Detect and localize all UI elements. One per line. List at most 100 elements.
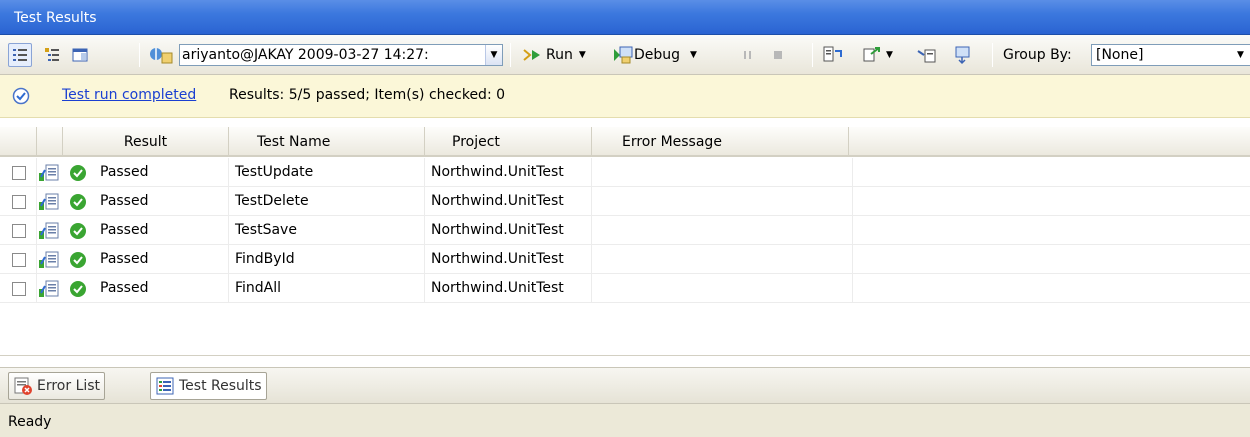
test-name-cell: TestSave <box>229 216 425 245</box>
debug-icon <box>614 46 633 64</box>
tab-error-list[interactable]: Error List <box>8 372 106 400</box>
row-check-cell <box>0 158 37 187</box>
row-check-cell <box>0 245 37 274</box>
table-row[interactable]: Passed FindAll Northwind.UnitTest <box>0 274 1250 303</box>
column-header-error-message[interactable]: Error Message <box>592 127 849 157</box>
window-title-bar: Test Results <box>0 0 1250 35</box>
info-bar: Test run completed Results: 5/5 passed; … <box>0 75 1250 118</box>
result-cell: Passed <box>37 245 229 274</box>
group-by-select[interactable]: [None] ▼ <box>1091 44 1250 66</box>
project-cell: Northwind.UnitTest <box>425 274 592 303</box>
column-header-result[interactable]: Result <box>63 127 229 157</box>
run-icon <box>523 49 540 61</box>
list-view-button[interactable] <box>8 43 32 67</box>
empty-cell <box>853 158 1250 187</box>
test-results-icon <box>156 377 174 395</box>
row-checkbox[interactable] <box>12 166 26 180</box>
project-cell: Northwind.UnitTest <box>425 187 592 216</box>
results-grid: Result Test Name Project Error Message P… <box>0 127 1250 355</box>
export-icon <box>863 47 880 62</box>
project-cell: Northwind.UnitTest <box>425 158 592 187</box>
window-icon <box>72 48 88 62</box>
pause-icon <box>744 51 751 59</box>
error-message-cell <box>592 158 853 187</box>
empty-cell <box>853 187 1250 216</box>
tab-error-list-label: Error List <box>37 378 101 394</box>
project-cell: Northwind.UnitTest <box>425 216 592 245</box>
toolbar: ariyanto@JAKAY 2009-03-27 14:27: ▼ Run ▼… <box>0 35 1250 75</box>
status-text: Ready <box>8 414 52 430</box>
results-summary: Results: 5/5 passed; Item(s) checked: 0 <box>229 87 506 103</box>
row-check-cell <box>0 216 37 245</box>
checkbox-column-header[interactable] <box>0 127 37 157</box>
row-checkbox[interactable] <box>12 224 26 238</box>
publish-icon <box>917 49 936 63</box>
debug-button[interactable]: Debug ▼ <box>612 43 697 67</box>
column-header-project[interactable]: Project <box>425 127 592 157</box>
separator <box>139 43 140 67</box>
result-cell: Passed <box>37 187 229 216</box>
group-by-label-wrap: Group By: <box>1003 43 1072 67</box>
test-name-cell: TestUpdate <box>229 158 425 187</box>
publish-button[interactable] <box>916 43 938 67</box>
row-check-cell <box>0 187 37 216</box>
pin-button[interactable] <box>953 43 973 67</box>
row-checkbox[interactable] <box>12 195 26 209</box>
empty-cell <box>853 245 1250 274</box>
separator <box>992 43 993 67</box>
chevron-down-icon[interactable]: ▼ <box>886 50 893 60</box>
icon-column-header[interactable] <box>37 127 63 157</box>
run-label: Run <box>546 47 573 63</box>
grid-header: Result Test Name Project Error Message <box>0 127 1250 157</box>
chevron-down-icon[interactable]: ▼ <box>485 45 502 65</box>
group-by-value: [None] <box>1096 47 1144 63</box>
error-list-icon <box>14 377 32 395</box>
stop-icon <box>774 51 782 59</box>
import-button[interactable] <box>822 43 844 67</box>
error-message-cell <box>592 187 853 216</box>
export-button[interactable]: ▼ <box>862 43 893 67</box>
status-bar: Ready <box>0 403 1250 437</box>
group-by-label: Group By: <box>1003 47 1072 63</box>
result-cell: Passed <box>37 216 229 245</box>
table-row[interactable]: Passed TestSave Northwind.UnitTest <box>0 216 1250 245</box>
table-row[interactable]: Passed TestUpdate Northwind.UnitTest <box>0 158 1250 187</box>
test-name-cell: FindAll <box>229 274 425 303</box>
test-run-combo-value: ariyanto@JAKAY 2009-03-27 14:27: <box>182 47 429 63</box>
run-selector-group <box>148 43 174 67</box>
tool-window-tabs: Error List Test Results <box>0 367 1250 403</box>
test-name-cell: TestDelete <box>229 187 425 216</box>
result-cell: Passed <box>37 158 229 187</box>
table-row[interactable]: Passed TestDelete Northwind.UnitTest <box>0 187 1250 216</box>
chevron-down-icon[interactable]: ▼ <box>579 50 586 60</box>
chevron-down-icon[interactable]: ▼ <box>1232 45 1249 65</box>
tab-test-results-label: Test Results <box>179 378 262 394</box>
import-icon <box>823 46 842 62</box>
row-check-cell <box>0 274 37 303</box>
check-circle-icon <box>12 87 30 105</box>
tree-view-icon <box>45 48 59 61</box>
empty-cell <box>853 216 1250 245</box>
row-checkbox[interactable] <box>12 253 26 267</box>
row-checkbox[interactable] <box>12 282 26 296</box>
view-buttons <box>8 43 92 67</box>
table-row[interactable]: Passed FindById Northwind.UnitTest <box>0 245 1250 274</box>
test-name-cell: FindById <box>229 245 425 274</box>
pause-button[interactable] <box>740 43 756 67</box>
chevron-down-icon[interactable]: ▼ <box>690 50 697 60</box>
stop-button[interactable] <box>770 43 786 67</box>
test-run-combo[interactable]: ariyanto@JAKAY 2009-03-27 14:27: ▼ <box>179 44 503 66</box>
error-message-cell <box>592 274 853 303</box>
separator <box>812 43 813 67</box>
run-button[interactable]: Run ▼ <box>520 43 586 67</box>
error-message-cell <box>592 245 853 274</box>
project-cell: Northwind.UnitTest <box>425 245 592 274</box>
window-title: Test Results <box>14 10 97 26</box>
window-dock-icon <box>955 46 970 65</box>
test-run-completed-link[interactable]: Test run completed <box>62 87 196 103</box>
separator <box>510 43 511 67</box>
column-header-test-name[interactable]: Test Name <box>229 127 425 157</box>
details-button[interactable] <box>68 43 92 67</box>
group-view-button[interactable] <box>40 43 64 67</box>
tab-test-results[interactable]: Test Results <box>150 372 267 400</box>
